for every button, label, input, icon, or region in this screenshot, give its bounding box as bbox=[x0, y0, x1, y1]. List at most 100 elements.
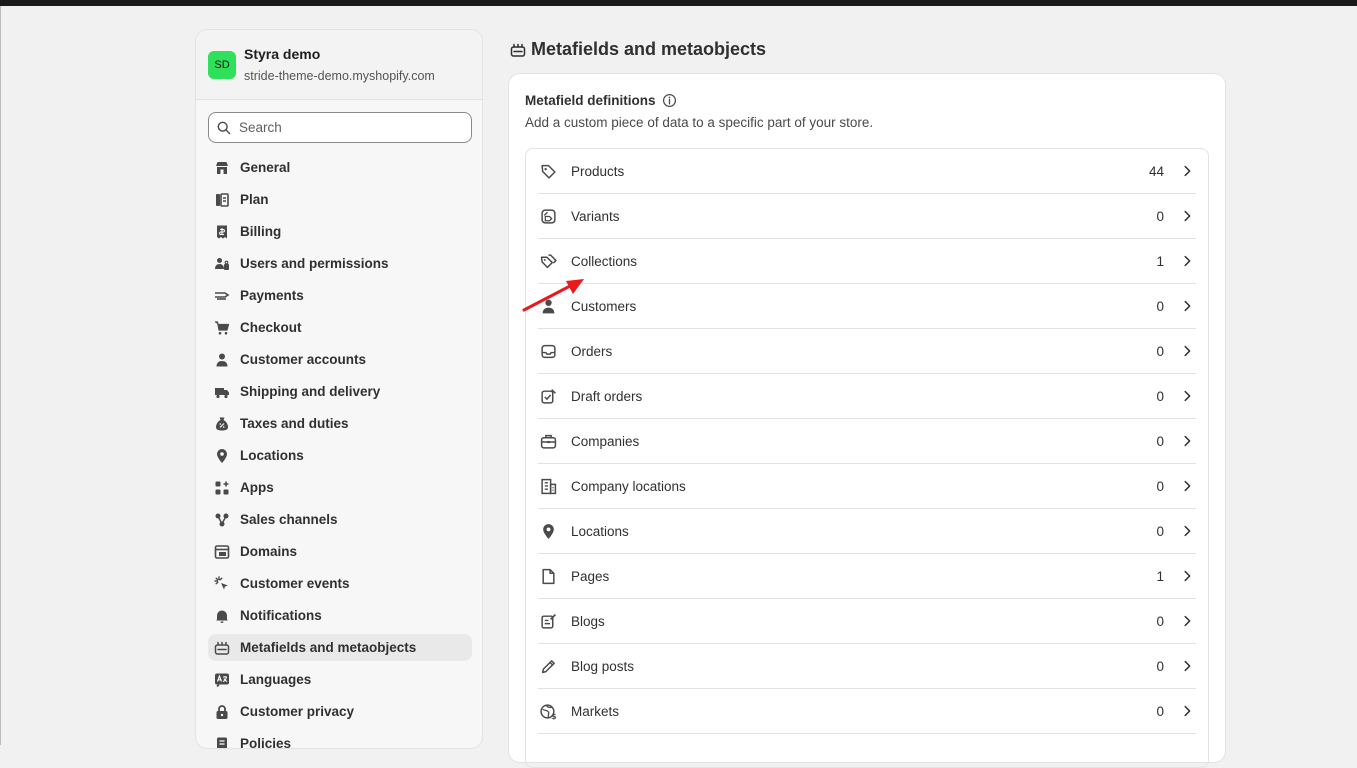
definition-row-draft-orders[interactable]: Draft orders 0 bbox=[526, 374, 1208, 419]
row-count: 0 bbox=[1156, 479, 1164, 494]
sidebar-item-customer-accounts[interactable]: Customer accounts bbox=[208, 346, 472, 373]
definition-row-customers[interactable]: Customers 0 bbox=[526, 284, 1208, 329]
row-label: Collections bbox=[571, 254, 638, 269]
store-name: Styra demo bbox=[244, 46, 321, 62]
sidebar-item-domains[interactable]: Domains bbox=[208, 538, 472, 565]
row-label: Company locations bbox=[571, 479, 686, 494]
store-avatar: SD bbox=[208, 51, 236, 79]
sidebar-nav: General Plan Billing Users and permissions P… bbox=[208, 154, 472, 749]
chevron-right-icon bbox=[1184, 345, 1191, 357]
store-header[interactable]: SD Styra demo stride-theme-demo.myshopif… bbox=[196, 30, 482, 100]
domains-icon bbox=[214, 545, 230, 559]
settings-sidebar: SD Styra demo stride-theme-demo.myshopif… bbox=[195, 29, 483, 749]
sidebar-item-label: Languages bbox=[240, 672, 312, 687]
location-pin-icon bbox=[217, 449, 227, 463]
apps-icon bbox=[215, 481, 229, 495]
definition-row-variants[interactable]: Variants 0 bbox=[526, 194, 1208, 239]
sidebar-item-customer-privacy[interactable]: Customer privacy bbox=[208, 698, 472, 725]
sidebar-item-label: Apps bbox=[240, 480, 274, 495]
window-edge bbox=[0, 6, 1, 745]
sidebar-item-apps[interactable]: Apps bbox=[208, 474, 472, 501]
variant-icon bbox=[541, 209, 556, 224]
definition-row-orders[interactable]: Orders 0 bbox=[526, 329, 1208, 374]
definition-row-locations[interactable]: Locations 0 bbox=[526, 509, 1208, 554]
sidebar-item-label: Plan bbox=[240, 192, 269, 207]
info-icon[interactable] bbox=[662, 93, 677, 108]
sidebar-item-general[interactable]: General bbox=[208, 154, 472, 181]
sidebar-item-billing[interactable]: Billing bbox=[208, 218, 472, 245]
definition-row-markets[interactable]: $ Markets 0 bbox=[526, 689, 1208, 734]
definition-row-blogs[interactable]: Blogs 0 bbox=[526, 599, 1208, 644]
row-label: Markets bbox=[571, 704, 620, 719]
cart-icon bbox=[215, 321, 230, 335]
sidebar-item-label: Payments bbox=[240, 288, 304, 303]
sidebar-item-label: Sales channels bbox=[240, 512, 338, 527]
row-count: 0 bbox=[1156, 614, 1164, 629]
building-icon bbox=[541, 478, 557, 495]
sidebar-item-label: Billing bbox=[240, 224, 282, 239]
page-icon bbox=[542, 568, 555, 585]
chevron-right-icon bbox=[1184, 300, 1191, 312]
chevron-right-icon bbox=[1184, 615, 1191, 627]
chevron-right-icon bbox=[1184, 165, 1191, 177]
chevron-right-icon bbox=[1184, 480, 1191, 492]
sidebar-item-label: Taxes and duties bbox=[240, 416, 349, 431]
row-label: Companies bbox=[571, 434, 640, 449]
row-count: 0 bbox=[1156, 704, 1164, 719]
bell-icon bbox=[216, 610, 228, 623]
row-count: 1 bbox=[1156, 254, 1164, 269]
definition-row-products[interactable]: Products 44 bbox=[526, 149, 1208, 194]
sidebar-item-payments[interactable]: Payments bbox=[208, 282, 472, 309]
card-description: Add a custom piece of data to a specific… bbox=[525, 115, 874, 130]
sidebar-item-plan[interactable]: Plan bbox=[208, 186, 472, 213]
definition-row-pages[interactable]: Pages 1 bbox=[526, 554, 1208, 599]
billing-icon bbox=[217, 225, 227, 239]
definition-row-companies[interactable]: Companies 0 bbox=[526, 419, 1208, 464]
sidebar-item-shipping-and-delivery[interactable]: Shipping and delivery bbox=[208, 378, 472, 405]
row-count: 0 bbox=[1156, 524, 1164, 539]
draft-order-icon bbox=[541, 389, 556, 404]
sidebar-item-users-and-permissions[interactable]: Users and permissions bbox=[208, 250, 472, 277]
sidebar-item-policies[interactable]: Policies bbox=[208, 730, 472, 749]
row-count: 0 bbox=[1156, 659, 1164, 674]
sidebar-item-taxes-and-duties[interactable]: Taxes and duties bbox=[208, 410, 472, 437]
globe-icon: $ bbox=[540, 704, 557, 720]
resource-list: Products 44 Variants 0 Collections 1 Customers… bbox=[525, 148, 1209, 768]
sidebar-item-label: Domains bbox=[240, 544, 298, 559]
briefcase-icon bbox=[540, 434, 557, 449]
search-box[interactable] bbox=[208, 112, 472, 143]
page-title: Metafields and metaobjects bbox=[531, 39, 767, 59]
sidebar-item-label: Customer accounts bbox=[240, 352, 367, 367]
tax-icon bbox=[216, 417, 228, 431]
cursor-click-icon bbox=[214, 576, 228, 590]
sidebar-item-locations[interactable]: Locations bbox=[208, 442, 472, 469]
sidebar-item-checkout[interactable]: Checkout bbox=[208, 314, 472, 341]
sidebar-item-customer-events[interactable]: Customer events bbox=[208, 570, 472, 597]
sidebar-item-languages[interactable]: Languages bbox=[208, 666, 472, 693]
row-count: 0 bbox=[1156, 299, 1164, 314]
tag-icon bbox=[541, 164, 556, 179]
row-label: Blog posts bbox=[571, 659, 635, 674]
languages-icon bbox=[215, 673, 229, 688]
chevron-right-icon bbox=[1184, 255, 1191, 267]
blog-icon bbox=[541, 614, 556, 629]
definition-row-more[interactable] bbox=[526, 734, 1208, 767]
sidebar-item-metafields-and-metaobjects[interactable]: Metafields and metaobjects bbox=[208, 634, 472, 661]
sidebar-item-sales-channels[interactable]: Sales channels bbox=[208, 506, 472, 533]
truck-icon bbox=[215, 388, 229, 399]
chevron-right-icon bbox=[1184, 525, 1191, 537]
sidebar-item-label: General bbox=[240, 160, 291, 175]
row-label: Products bbox=[571, 164, 625, 179]
metafields-icon bbox=[510, 43, 526, 57]
definition-row-company-locations[interactable]: Company locations 0 bbox=[526, 464, 1208, 509]
row-label: Orders bbox=[571, 344, 613, 359]
chevron-right-icon bbox=[1184, 435, 1191, 447]
row-count: 44 bbox=[1148, 164, 1164, 179]
sidebar-item-label: Policies bbox=[240, 736, 292, 749]
sidebar-item-notifications[interactable]: Notifications bbox=[208, 602, 472, 629]
search-input[interactable] bbox=[239, 113, 459, 142]
definition-row-collections[interactable]: Collections 1 bbox=[526, 239, 1208, 284]
row-label: Pages bbox=[571, 569, 610, 584]
svg-text:$: $ bbox=[551, 712, 557, 720]
definition-row-blog-posts[interactable]: Blog posts 0 bbox=[526, 644, 1208, 689]
